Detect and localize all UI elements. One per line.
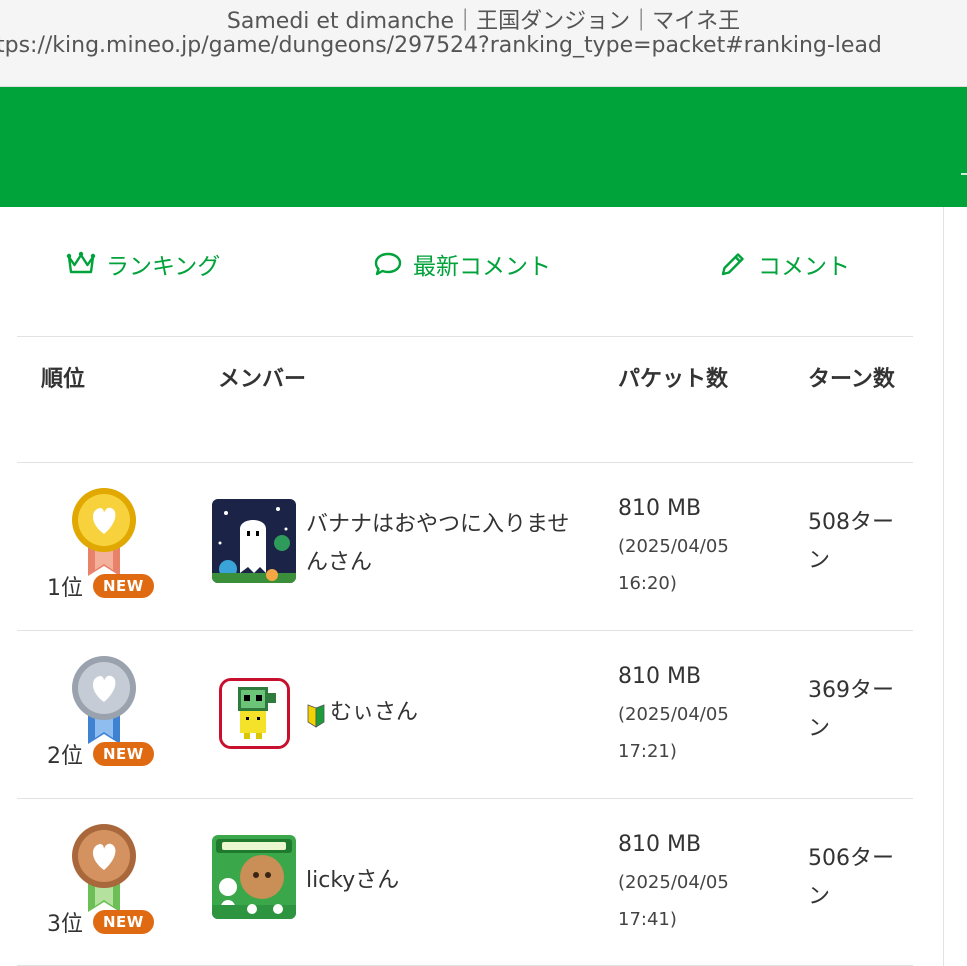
member-name[interactable]: むぃさん [330,694,610,732]
pencil-icon [721,253,744,276]
avatar[interactable] [219,678,290,749]
rank-cell: 1位 NEW [47,570,154,602]
member-name[interactable]: lickyさん [306,862,586,900]
speech-bubble-icon [374,252,402,276]
tab-latest-comments[interactable]: 最新コメント [373,246,551,282]
new-badge: NEW [93,742,154,766]
column-header-packet: パケット数 [618,367,729,392]
column-header-turns: ターン数 [808,367,895,392]
tab-comment-label: コメント [758,254,850,280]
new-badge: NEW [93,910,154,934]
packet-date: (2025/04/05 17:41) [618,872,729,930]
turns-cell: 369ターン [808,678,894,741]
column-header-rank: 順位 [41,367,86,392]
packet-cell: 810 MB (2025/04/05 17:21) [618,658,778,770]
rank-number: 2位 [47,744,83,769]
packet-amount: 810 MB [618,664,702,689]
avatar[interactable] [212,835,296,919]
tab-comment[interactable]: コメント [718,246,850,282]
packet-cell: 810 MB (2025/04/05 17:41) [618,826,778,938]
gold-medal-icon [72,488,136,576]
packet-amount: 810 MB [618,832,702,857]
rank-cell: 3位 NEW [47,906,154,938]
avatar[interactable] [212,499,296,583]
tab-ranking[interactable]: ランキング [66,246,220,282]
table-row: 3位 NEW lickyさん 810 MB (2025/04/05 17:41)… [0,798,943,966]
new-badge: NEW [93,574,154,598]
table-row: 1位 NEW バナナはおやつに入りませんさん 810 MB (2025/04/0… [0,462,943,630]
packet-date: (2025/04/05 17:21) [618,704,729,762]
site-header [0,87,967,207]
header-edge-mark [961,173,967,175]
window-title: Samedi et dimanche｜王国ダンジョン｜マイネ王 [226,9,741,34]
tab-latest-comments-label: 最新コメント [413,254,551,280]
beginner-mark-icon [307,704,325,728]
rank-cell: 2位 NEW [47,738,154,770]
turns-cell: 506ターン [808,846,894,909]
divider-top [17,336,913,337]
crown-icon [66,251,96,274]
rank-number: 3位 [47,912,83,937]
content-right-border [943,207,944,966]
turns-cell: 508ターン [808,510,894,573]
table-row: 2位 NEW むぃさん 810 MB (2025/04/05 17:21) 36… [0,630,943,798]
member-name[interactable]: バナナはおやつに入りませんさん [306,506,586,582]
tab-ranking-label: ランキング [106,254,221,280]
packet-date: (2025/04/05 16:20) [618,536,729,594]
bronze-medal-icon [72,824,136,912]
address-bar[interactable]: tps://king.mineo.jp/game/dungeons/297524… [0,33,882,58]
rank-number: 1位 [47,576,83,601]
packet-amount: 810 MB [618,496,702,521]
column-header-member: メンバー [218,367,307,392]
silver-medal-icon [72,656,136,744]
browser-titlebar: Samedi et dimanche｜王国ダンジョン｜マイネ王 tps://ki… [0,0,967,87]
packet-cell: 810 MB (2025/04/05 16:20) [618,490,778,602]
